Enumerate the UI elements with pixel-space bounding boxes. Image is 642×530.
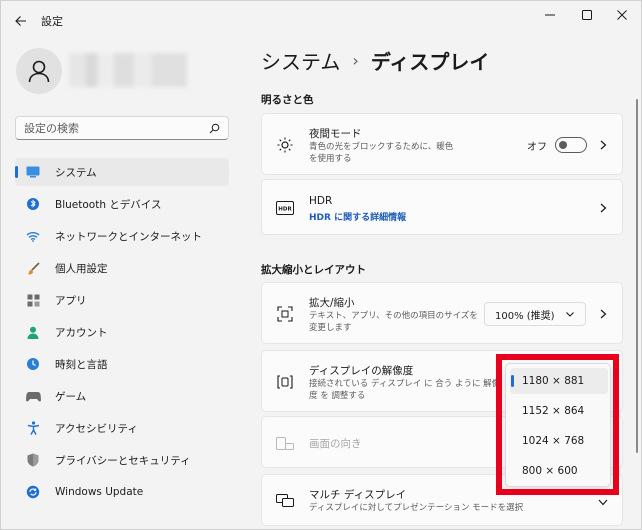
scale-dropdown[interactable]: 100% (推奨) — [484, 302, 586, 326]
sidebar-item-bluetooth[interactable]: Bluetooth とデバイス — [15, 190, 229, 218]
back-button[interactable] — [9, 9, 33, 33]
system-display-icon — [25, 164, 41, 180]
resolution-option[interactable]: 1180 × 881 — [510, 368, 608, 394]
sidebar-item-label: ゲーム — [55, 390, 87, 403]
sidebar-item-gaming[interactable]: ゲーム — [15, 382, 229, 410]
resolution-desc-line2: 度 を 調整する — [309, 391, 366, 401]
settings-window: 設定 設定の検索 システム Bluetooth とデバイス ネットワークとインタ… — [0, 0, 642, 530]
night-light-card[interactable]: 夜間モード 青色の光をブロックするために、暖色 を使用する オフ — [261, 113, 623, 175]
chevron-down-icon — [566, 312, 574, 317]
sidebar-item-label: Windows Update — [55, 486, 144, 498]
close-button[interactable] — [605, 4, 639, 26]
sidebar-item-label: ネットワークとインターネット — [55, 230, 202, 243]
gamepad-icon — [25, 388, 41, 404]
sidebar-item-windows-update[interactable]: Windows Update — [15, 478, 229, 506]
hdr-card[interactable]: HDR HDR HDR に関する詳細情報 — [261, 179, 623, 235]
chevron-right-icon — [598, 203, 608, 213]
app-title: 設定 — [41, 15, 63, 28]
hdr-learn-more-link[interactable]: HDR に関する詳細情報 — [309, 210, 406, 223]
hdr-icon: HDR — [276, 199, 294, 217]
svg-text:HDR: HDR — [278, 207, 292, 213]
sidebar-item-personalization[interactable]: 個人用設定 — [15, 254, 229, 282]
resolution-title: ディスプレイの解像度 — [309, 365, 414, 377]
resolution-option[interactable]: 1152 × 864 — [510, 398, 608, 424]
chevron-right-icon — [598, 309, 608, 319]
brush-icon — [25, 260, 41, 276]
sidebar-item-label: アプリ — [55, 294, 87, 307]
avatar[interactable] — [16, 48, 62, 94]
resolution-icon — [276, 373, 294, 391]
breadcrumb-separator: › — [352, 51, 359, 70]
night-light-toggle[interactable] — [555, 137, 587, 153]
scale-icon — [276, 305, 294, 323]
search-icon — [209, 123, 220, 133]
sidebar-item-accounts[interactable]: アカウント — [15, 318, 229, 346]
resolution-dropdown-menu: 1180 × 881 1152 × 864 1024 × 768 800 × 6… — [505, 363, 611, 487]
apps-icon — [25, 292, 41, 308]
section-heading-brightness: 明るさと色 — [261, 94, 314, 106]
sidebar-item-network[interactable]: ネットワークとインターネット — [15, 222, 229, 250]
accessibility-icon — [25, 420, 41, 436]
night-light-desc-line1: 青色の光をブロックするために、暖色 — [309, 142, 454, 152]
back-arrow-icon — [15, 16, 26, 26]
breadcrumb-parent[interactable]: システム — [261, 46, 340, 75]
scale-desc-line2: 変更します — [309, 323, 352, 333]
chevron-right-icon — [598, 140, 608, 150]
resolution-option[interactable]: 1024 × 768 — [510, 428, 608, 454]
search-placeholder: 設定の検索 — [24, 122, 79, 135]
night-light-desc-line2: を使用する — [309, 154, 352, 164]
sidebar-item-time-language[interactable]: 時刻と言語 — [15, 350, 229, 378]
title-bar: 設定 — [1, 1, 641, 41]
sidebar-item-label: アクセシビリティ — [55, 422, 138, 435]
sidebar-item-accessibility[interactable]: アクセシビリティ — [15, 414, 229, 442]
multi-display-title: マルチ ディスプレイ — [309, 489, 407, 501]
user-icon — [28, 60, 50, 83]
profile-name-redacted — [69, 53, 187, 87]
sidebar-nav: システム Bluetooth とデバイス ネットワークとインターネット 個人用設… — [15, 158, 229, 510]
night-light-toggle-label: オフ — [527, 142, 547, 153]
minimize-button[interactable] — [533, 4, 567, 26]
sidebar-item-label: Bluetooth とデバイス — [55, 198, 162, 211]
section-heading-scale-layout: 拡大縮小とレイアウト — [261, 264, 366, 276]
hdr-title: HDR — [309, 195, 333, 207]
close-icon — [617, 10, 627, 20]
shield-icon — [25, 452, 41, 468]
resolution-desc-line1: 接続されている ディスプレイ に 合う ように 解像 — [309, 379, 501, 389]
toggle-knob — [559, 141, 567, 149]
resolution-option[interactable]: 800 × 600 — [510, 458, 608, 484]
chevron-down-icon[interactable] — [598, 497, 608, 507]
account-icon — [25, 324, 41, 340]
scale-dropdown-value: 100% (推奨) — [495, 310, 555, 322]
sidebar-item-apps[interactable]: アプリ — [15, 286, 229, 314]
time-language-icon — [25, 356, 41, 372]
breadcrumb: システム › ディスプレイ — [261, 46, 489, 75]
sidebar-item-privacy[interactable]: プライバシーとセキュリティ — [15, 446, 229, 474]
minimize-icon — [545, 14, 555, 16]
bluetooth-icon — [25, 196, 41, 212]
scale-title: 拡大/縮小 — [309, 297, 355, 309]
sidebar-item-label: 時刻と言語 — [55, 358, 108, 371]
page-title: ディスプレイ — [370, 50, 490, 74]
sidebar-item-label: アカウント — [55, 326, 108, 339]
sidebar-item-label: 個人用設定 — [55, 262, 108, 275]
sidebar-item-system[interactable]: システム — [15, 158, 229, 186]
scale-desc-line1: テキスト、アプリ、その他の項目のサイズを — [309, 311, 478, 321]
sidebar-item-label: プライバシーとセキュリティ — [55, 454, 191, 467]
windows-update-icon — [25, 484, 41, 500]
sidebar-item-label: システム — [55, 166, 97, 179]
orientation-icon — [276, 434, 294, 452]
scale-card[interactable]: 拡大/縮小 テキスト、アプリ、その他の項目のサイズを 変更します 100% (推… — [261, 282, 623, 344]
night-light-icon — [276, 136, 294, 154]
maximize-button[interactable] — [570, 4, 604, 26]
night-light-title: 夜間モード — [309, 128, 362, 140]
orientation-title: 画面の向き — [309, 438, 362, 450]
scrollbar[interactable] — [636, 99, 638, 453]
multi-display-desc: ディスプレイに対してプレゼンテーション モードを選択 — [309, 503, 524, 513]
multi-display-icon — [276, 492, 294, 510]
search-input[interactable]: 設定の検索 — [15, 116, 229, 140]
wifi-icon — [25, 228, 41, 244]
maximize-icon — [582, 10, 592, 20]
